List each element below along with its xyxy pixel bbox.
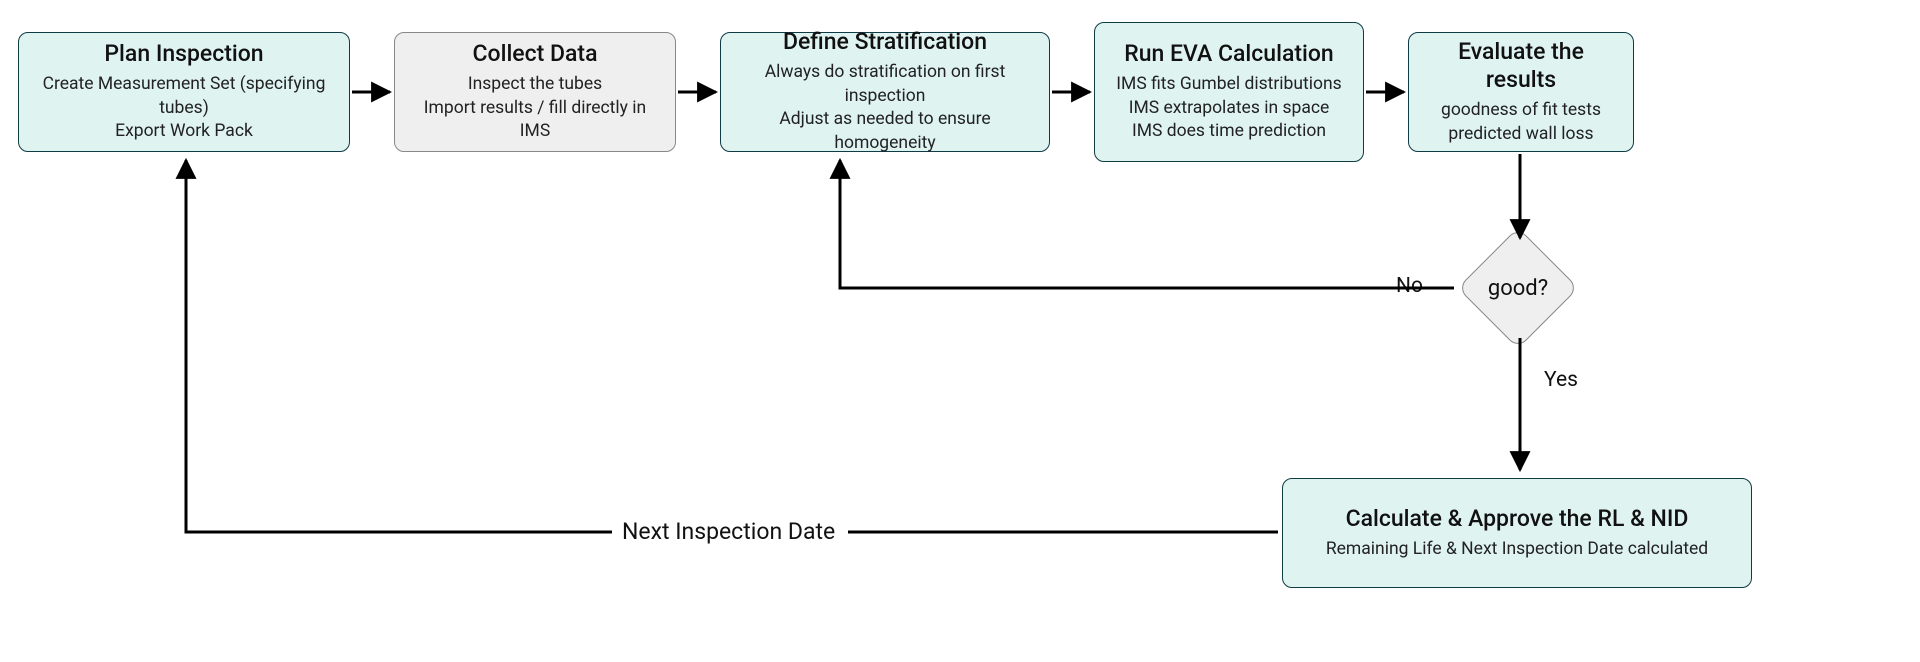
- node-line: IMS fits Gumbel distributions: [1116, 73, 1341, 97]
- node-evaluate-results: Evaluate the results goodness of fit tes…: [1408, 32, 1634, 152]
- node-line: predicted wall loss: [1448, 123, 1593, 147]
- arrow-no-to-stratify: [840, 160, 1454, 288]
- node-title: Evaluate the results: [1425, 38, 1617, 96]
- decision-yes-label: Yes: [1540, 368, 1582, 392]
- decision-good: good?: [1458, 248, 1578, 328]
- decision-label: good?: [1488, 276, 1548, 301]
- node-line: Remaining Life & Next Inspection Date ca…: [1326, 538, 1708, 562]
- node-line: IMS does time prediction: [1132, 120, 1326, 144]
- decision-no-label: No: [1392, 274, 1427, 298]
- node-line: IMS extrapolates in space: [1129, 97, 1330, 121]
- node-line: Create Measurement Set (specifying tubes…: [35, 73, 333, 120]
- arrow-next-inspection-to-plan: [186, 160, 1278, 532]
- node-line: Inspect the tubes: [468, 73, 602, 97]
- node-title: Collect Data: [473, 40, 598, 69]
- node-define-stratification: Define Stratification Always do stratifi…: [720, 32, 1050, 152]
- node-line: Adjust as needed to ensure homogeneity: [737, 108, 1033, 155]
- node-title: Calculate & Approve the RL & NID: [1346, 505, 1689, 534]
- node-line: Always do stratification on first inspec…: [737, 61, 1033, 108]
- node-plan-inspection: Plan Inspection Create Measurement Set (…: [18, 32, 350, 152]
- node-calc-approve: Calculate & Approve the RL & NID Remaini…: [1282, 478, 1752, 588]
- node-title: Plan Inspection: [104, 40, 263, 69]
- edge-next-inspection-label: Next Inspection Date: [618, 518, 839, 545]
- node-collect-data: Collect Data Inspect the tubes Import re…: [394, 32, 676, 152]
- node-line: goodness of fit tests: [1441, 99, 1601, 123]
- node-line: Import results / fill directly in IMS: [411, 97, 659, 144]
- node-run-eva: Run EVA Calculation IMS fits Gumbel dist…: [1094, 22, 1364, 162]
- node-line: Export Work Pack: [115, 120, 253, 144]
- node-title: Define Stratification: [783, 28, 987, 57]
- flow-diagram: Plan Inspection Create Measurement Set (…: [0, 0, 1920, 662]
- node-title: Run EVA Calculation: [1124, 40, 1333, 69]
